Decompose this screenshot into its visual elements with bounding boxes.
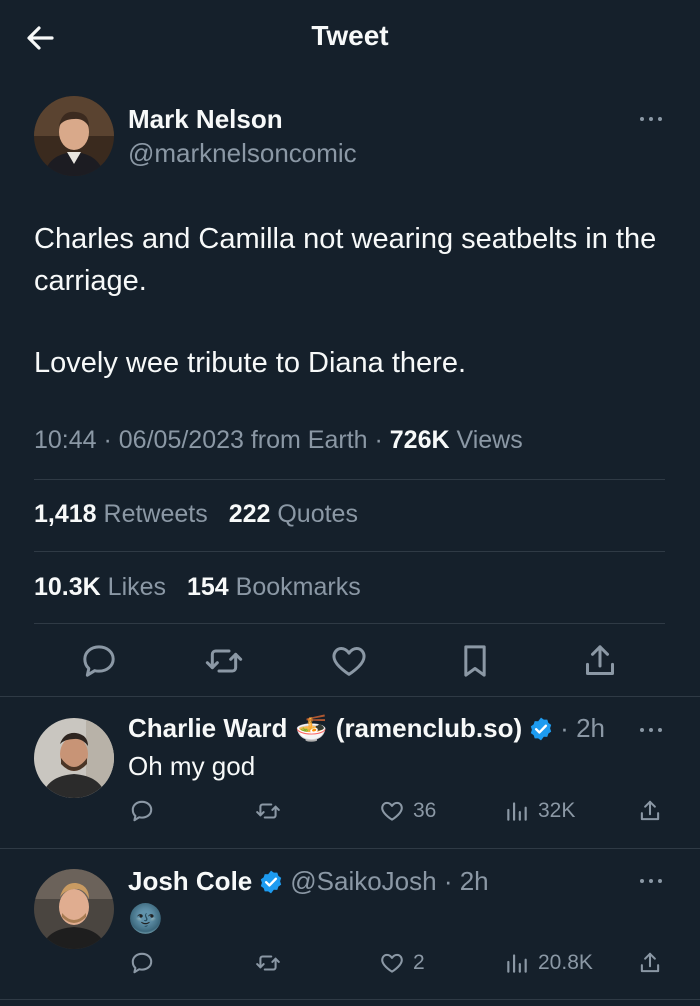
reply-time: 2h [459, 866, 489, 896]
tweet-text: Charles and Camilla not wearing seatbelt… [34, 218, 664, 384]
share-icon[interactable] [637, 948, 663, 978]
tweet-source: from Earth [250, 426, 368, 454]
like-icon[interactable] [329, 641, 369, 681]
ramen-emoji: 🍜 [295, 713, 328, 743]
stats-row-likes: 10.3K Likes 154 Bookmarks [34, 573, 375, 602]
avatar[interactable] [34, 96, 114, 176]
bookmarks-label: Bookmarks [235, 573, 361, 601]
likes-count: 10.3K [34, 573, 101, 601]
divider [34, 551, 665, 552]
reply-author-handle[interactable]: @SaikoJosh [290, 866, 436, 897]
like-count: 2 [413, 951, 425, 974]
reply-icon[interactable] [129, 796, 155, 826]
stats-row-retweets: 1,418 Retweets 222 Quotes [34, 500, 372, 529]
retweet-icon[interactable] [255, 796, 281, 826]
reply-author-name[interactable]: Josh Cole [128, 866, 252, 897]
author-name[interactable]: Mark Nelson [128, 104, 283, 135]
views-icon [507, 954, 527, 973]
reply-time: 2h [576, 713, 605, 743]
bookmarks-stat[interactable]: 154 Bookmarks [187, 573, 361, 601]
quotes-count: 222 [228, 500, 271, 528]
divider [0, 848, 700, 849]
author-handle[interactable]: @marknelsoncomic [128, 138, 357, 169]
bookmark-icon[interactable] [455, 641, 495, 681]
likes-label: Likes [107, 573, 167, 601]
like-count: 36 [413, 799, 437, 822]
reply-header: Josh Cole @SaikoJosh · 2h [128, 866, 489, 897]
top-bar: Tweet [0, 0, 700, 76]
share-icon[interactable] [580, 641, 620, 681]
reply-text: Oh my god [128, 751, 256, 781]
divider [34, 479, 665, 480]
views-label: Views [456, 426, 523, 454]
like-button[interactable]: 36 [379, 796, 436, 826]
divider [0, 999, 700, 1000]
views-count: 726K [389, 426, 450, 454]
tweet-text-line: Charles and Camilla not wearing seatbelt… [34, 223, 657, 297]
more-icon[interactable] [638, 725, 664, 735]
views-button[interactable]: 32K [504, 796, 575, 826]
retweets-stat[interactable]: 1,418 Retweets [34, 500, 208, 528]
tweet-text-line: Lovely wee tribute to Diana there. [34, 347, 467, 379]
views-count: 20.8K [538, 951, 593, 974]
tweet-meta: 10:44 · 06/05/2023 from Earth · 726K Vie… [34, 426, 523, 454]
like-button[interactable]: 2 [379, 948, 425, 978]
verified-badge-icon [530, 717, 552, 740]
retweets-label: Retweets [103, 500, 208, 528]
retweet-icon[interactable] [204, 641, 244, 681]
reply-author-name-suffix[interactable]: (ramenclub.so) [336, 713, 522, 744]
views-button[interactable]: 20.8K [504, 948, 593, 978]
views-icon [507, 802, 527, 821]
reply-text: 🌚 [128, 903, 163, 934]
share-icon[interactable] [637, 796, 663, 826]
quotes-label: Quotes [277, 500, 358, 528]
reply-header: Charlie Ward 🍜 (ramenclub.so) · 2h [128, 713, 605, 744]
views-count: 32K [538, 799, 576, 822]
avatar[interactable] [34, 718, 114, 798]
reply-author-name[interactable]: Charlie Ward [128, 713, 287, 744]
more-icon[interactable] [638, 876, 664, 886]
like-icon [381, 801, 403, 821]
bookmarks-count: 154 [187, 573, 229, 601]
quotes-stat[interactable]: 222 Quotes [229, 500, 358, 528]
page-title: Tweet [311, 20, 389, 51]
divider [34, 623, 665, 624]
retweet-icon[interactable] [255, 948, 281, 978]
likes-stat[interactable]: 10.3K Likes [34, 573, 166, 601]
verified-badge-icon [261, 870, 282, 893]
reply-icon[interactable] [129, 948, 155, 978]
retweets-count: 1,418 [34, 500, 97, 528]
like-icon [381, 953, 403, 973]
tweet-time: 10:44 [34, 426, 97, 454]
divider [0, 696, 700, 697]
more-icon[interactable] [638, 114, 664, 124]
avatar[interactable] [34, 869, 114, 949]
tweet-date: 06/05/2023 [118, 426, 244, 454]
reply-icon[interactable] [79, 641, 119, 681]
